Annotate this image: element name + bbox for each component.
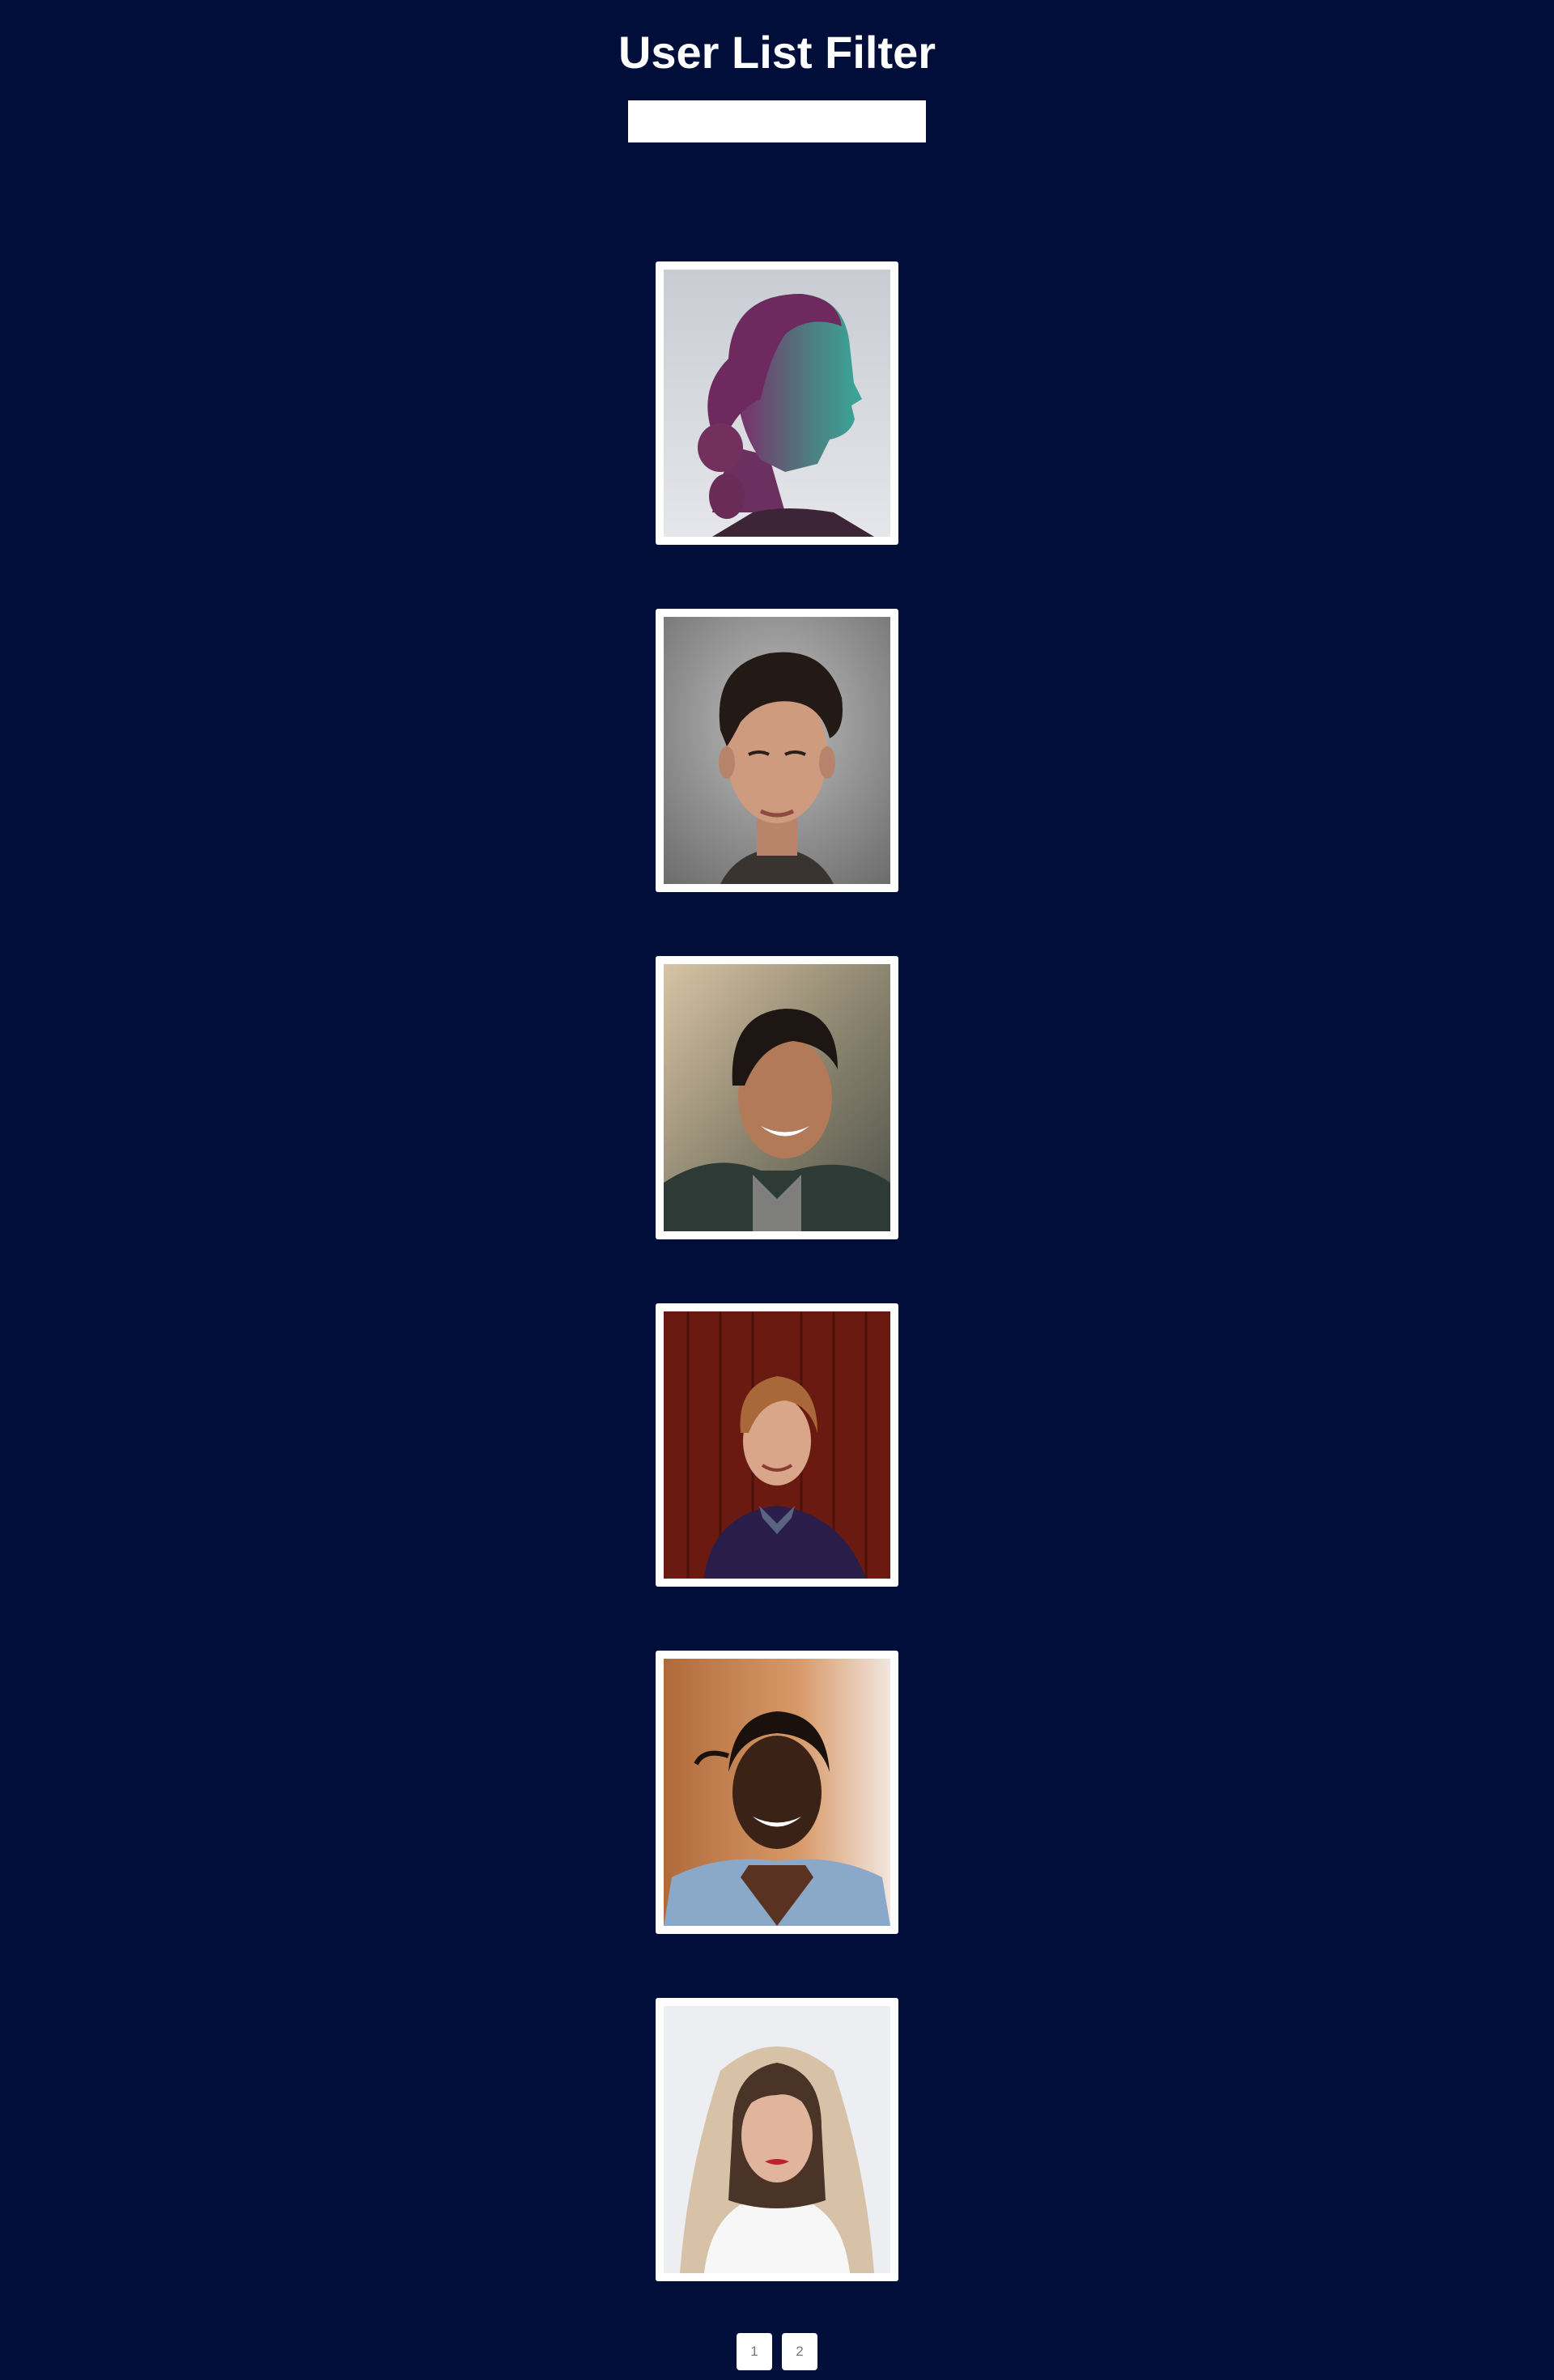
user-card[interactable] [656,261,898,545]
user-card[interactable] [656,1303,898,1587]
user-avatar [664,1311,890,1579]
user-avatar [664,964,890,1231]
user-avatar [664,617,890,884]
search-input[interactable] [628,100,926,142]
user-card[interactable] [656,1651,898,1934]
user-avatar [664,1659,890,1926]
user-card[interactable] [656,1998,898,2281]
page-title: User List Filter [618,27,936,78]
user-card[interactable] [656,956,898,1239]
user-avatar [664,2006,890,2273]
page-button-2[interactable]: 2 [782,2333,817,2370]
pagination: 1 2 [0,2333,1554,2370]
user-avatar [664,270,890,537]
user-card[interactable] [656,609,898,892]
page-button-1[interactable]: 1 [737,2333,772,2370]
